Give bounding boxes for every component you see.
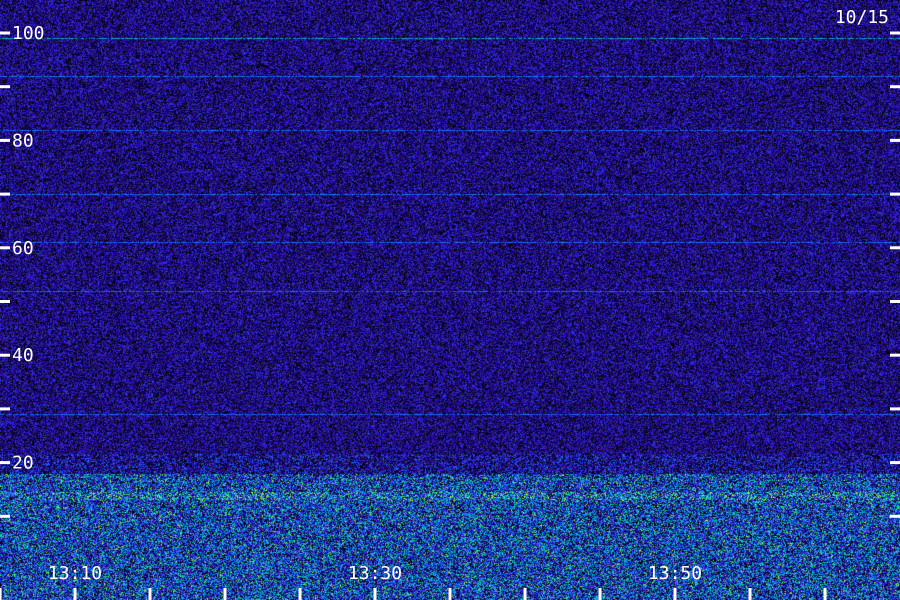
chart-overlay: 20 40 60 80 100 13:10 13:30 13:50 10/15 [0, 7, 900, 600]
x-tick-label-13:10: 13:10 [48, 563, 102, 584]
y-tick-label-60: 60 [12, 238, 34, 259]
axis-tick-labels: 20 40 60 80 100 13:10 13:30 13:50 [12, 23, 702, 584]
y-tick-label-100: 100 [12, 23, 45, 44]
y-tick-label-40: 40 [12, 345, 34, 366]
x-tick-label-13:30: 13:30 [348, 563, 402, 584]
x-tick-label-13:50: 13:50 [648, 563, 702, 584]
y-tick-label-20: 20 [12, 453, 34, 474]
axis-ticks [0, 31, 900, 600]
date-label: 10/15 [835, 7, 889, 28]
y-tick-label-80: 80 [12, 130, 34, 151]
